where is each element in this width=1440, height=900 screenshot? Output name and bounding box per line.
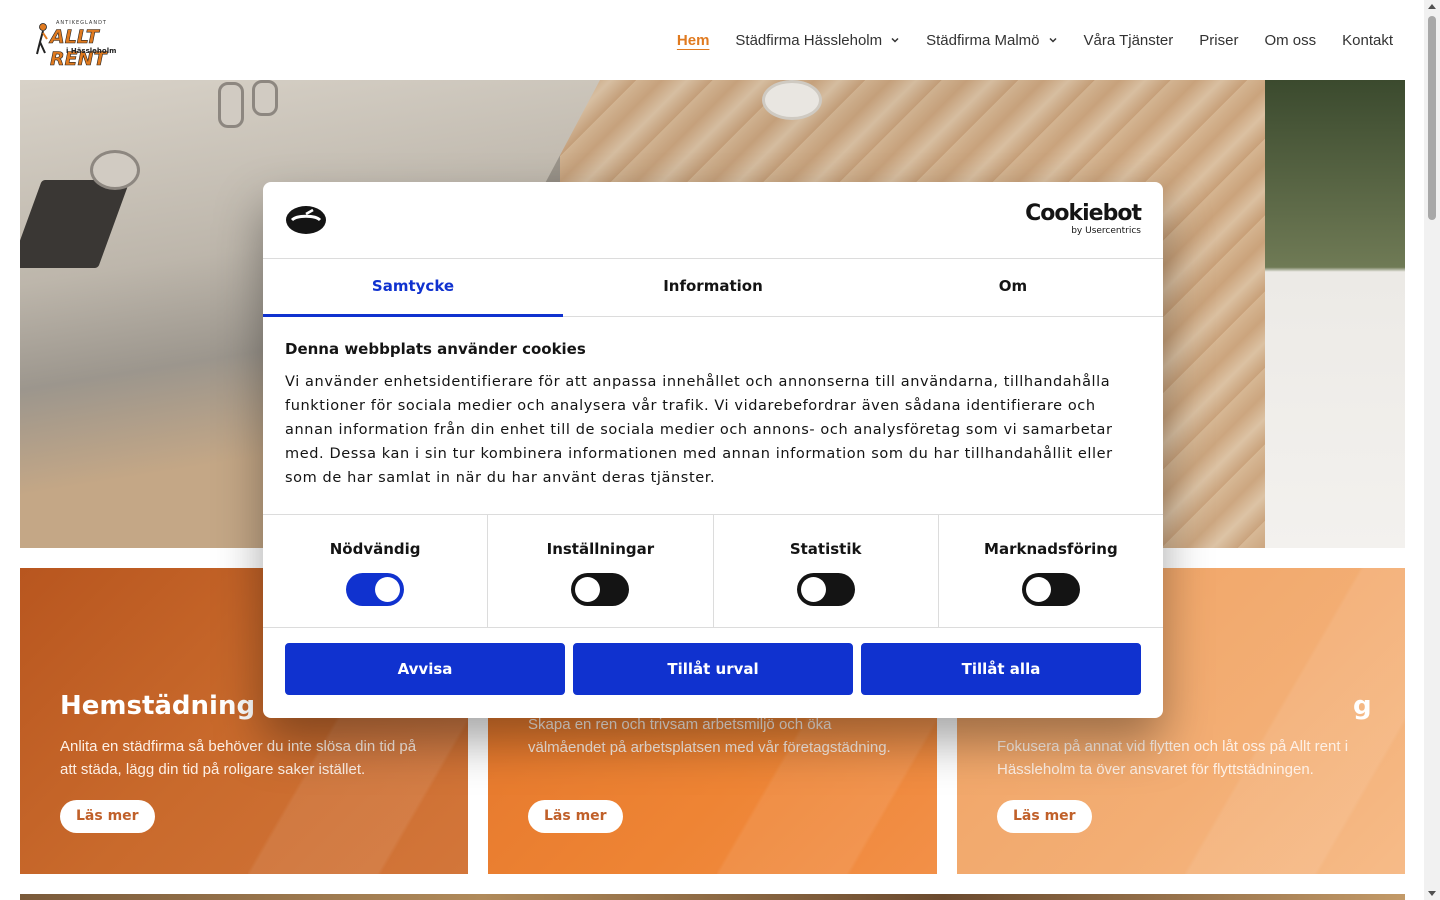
scroll-up-arrow-icon[interactable] xyxy=(1428,4,1436,9)
toggle-label: Nödvändig xyxy=(329,540,421,558)
page-scrollbar[interactable] xyxy=(1424,0,1440,900)
cookiebot-brand-sub: by Usercentrics xyxy=(1071,226,1141,236)
read-more-button[interactable]: Läs mer xyxy=(997,800,1092,833)
nav-label: Städfirma Malmö xyxy=(926,31,1040,49)
card-description: Anlita en städfirma så behöver du inte s… xyxy=(60,738,417,778)
toggle-cell-marknadsforing: Marknadsföring xyxy=(939,515,1163,627)
main-nav: Hem Städfirma Hässleholm Städfirma Malmö… xyxy=(651,30,1393,50)
nav-item-priser[interactable]: Priser xyxy=(1199,32,1238,49)
nav-item-kontakt[interactable]: Kontakt xyxy=(1342,32,1393,49)
hero-cup xyxy=(218,82,244,128)
toggle-marknadsforing[interactable] xyxy=(1021,573,1080,606)
scroll-down-arrow-icon[interactable] xyxy=(1428,891,1436,896)
hero-cup xyxy=(252,80,278,116)
dialog-heading: Denna webbplats använder cookies xyxy=(285,340,586,358)
nav-label: Städfirma Hässleholm xyxy=(735,31,883,49)
chevron-down-icon xyxy=(891,37,899,43)
tab-information[interactable]: Information xyxy=(563,259,863,316)
nav-item-vara-tjanster[interactable]: Våra Tjänster xyxy=(1084,32,1174,49)
dialog-header: Cookiebot by Usercentrics xyxy=(263,182,1163,259)
chevron-down-icon xyxy=(1048,37,1057,43)
card-title: Hemstädning xyxy=(60,691,256,721)
cookiebot-mark-icon xyxy=(286,206,326,234)
nav-label: Om oss xyxy=(1264,31,1317,49)
toggle-nodvandig[interactable] xyxy=(346,573,405,606)
logo-sub-text: i Hässleholm xyxy=(66,47,117,55)
nav-label: Hem xyxy=(676,31,710,49)
toggle-label: Inställningar xyxy=(546,540,655,558)
nav-item-om-oss[interactable]: Om oss xyxy=(1264,32,1316,49)
toggle-knob xyxy=(1025,577,1051,602)
toggle-knob xyxy=(800,577,826,602)
toggle-label: Statistik xyxy=(789,540,862,558)
allow-selection-button[interactable]: Tillåt urval xyxy=(573,643,853,695)
read-more-button[interactable]: Läs mer xyxy=(60,800,155,833)
tab-samtycke[interactable]: Samtycke xyxy=(263,259,563,317)
hero-window xyxy=(1265,80,1405,548)
nav-label: Kontakt xyxy=(1342,31,1393,49)
dialog-tabs: Samtycke Information Om xyxy=(263,259,1163,317)
allow-all-button[interactable]: Tillåt alla xyxy=(861,643,1141,695)
cleaner-figure-icon xyxy=(36,23,48,55)
toggle-cell-installningar: Inställningar xyxy=(488,515,714,627)
toggle-knob xyxy=(575,577,601,602)
hero-vase xyxy=(762,80,822,120)
nav-item-stadfirma-malmo[interactable]: Städfirma Malmö xyxy=(926,32,1057,49)
dialog-body: Denna webbplats använder cookies Vi anvä… xyxy=(285,340,1141,490)
cookiebot-brand: Cookiebot xyxy=(1025,201,1142,226)
card-description: Fokusera på annat vid flytten och låt os… xyxy=(997,738,1349,778)
scrollbar-thumb[interactable] xyxy=(1428,16,1436,220)
toggle-knob xyxy=(375,577,401,602)
nav-item-stadfirma-hassleholm[interactable]: Städfirma Hässleholm xyxy=(735,32,900,49)
cookie-consent-dialog: Cookiebot by Usercentrics Samtycke Infor… xyxy=(263,182,1163,718)
card-title: g xyxy=(1353,691,1372,721)
toggle-installningar[interactable] xyxy=(571,573,630,606)
hero-cup xyxy=(90,150,140,190)
site-header: ANTIKEGLANDT ALLT RENT i Hässleholm Hem … xyxy=(0,0,1424,80)
next-section-image xyxy=(20,894,1405,900)
dialog-text: Vi använder enhetsidentifierare för att … xyxy=(285,374,1113,486)
cookiebot-logo[interactable]: Cookiebot by Usercentrics xyxy=(1025,201,1142,237)
reject-button[interactable]: Avvisa xyxy=(285,643,565,695)
dialog-buttons: Avvisa Tillåt urval Tillåt alla xyxy=(285,643,1141,695)
nav-label: Priser xyxy=(1199,31,1239,49)
nav-label: Våra Tjänster xyxy=(1083,31,1174,49)
toggle-cell-statistik: Statistik xyxy=(714,515,939,627)
toggle-label: Marknadsföring xyxy=(984,540,1118,558)
tab-om[interactable]: Om xyxy=(863,259,1163,316)
toggle-statistik[interactable] xyxy=(796,573,855,606)
card-description: Skapa en ren och trivsam arbetsmiljö och… xyxy=(528,716,891,756)
consent-toggles: Nödvändig Inställningar Statistik Markna… xyxy=(263,514,1163,628)
card-decoration xyxy=(1185,568,1405,874)
read-more-button[interactable]: Läs mer xyxy=(528,800,623,833)
toggle-cell-nodvandig: Nödvändig xyxy=(263,515,489,627)
site-logo[interactable]: ANTIKEGLANDT ALLT RENT i Hässleholm xyxy=(34,18,134,70)
nav-item-hem[interactable]: Hem xyxy=(677,32,710,49)
